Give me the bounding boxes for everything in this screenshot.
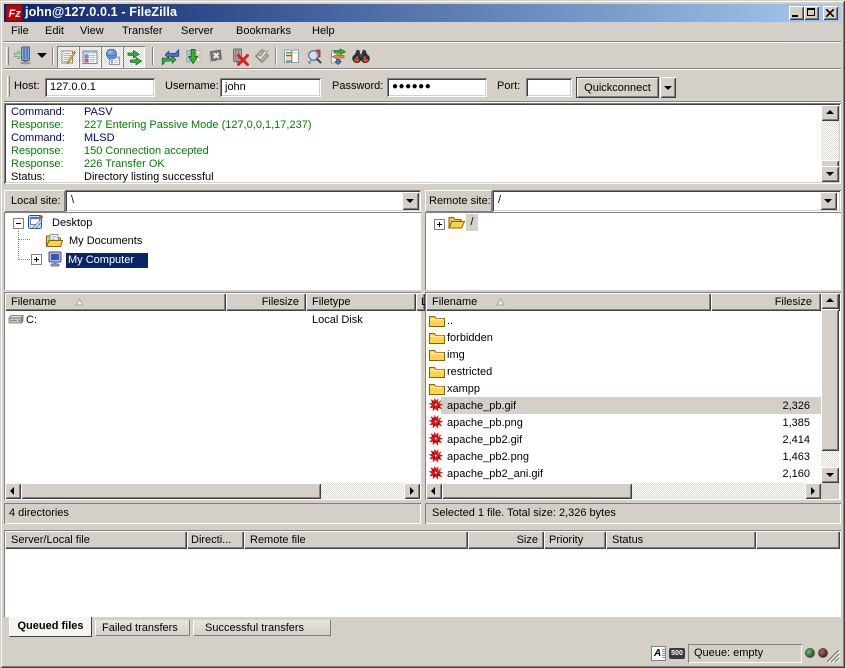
svg-text:Fz: Fz: [9, 8, 22, 20]
